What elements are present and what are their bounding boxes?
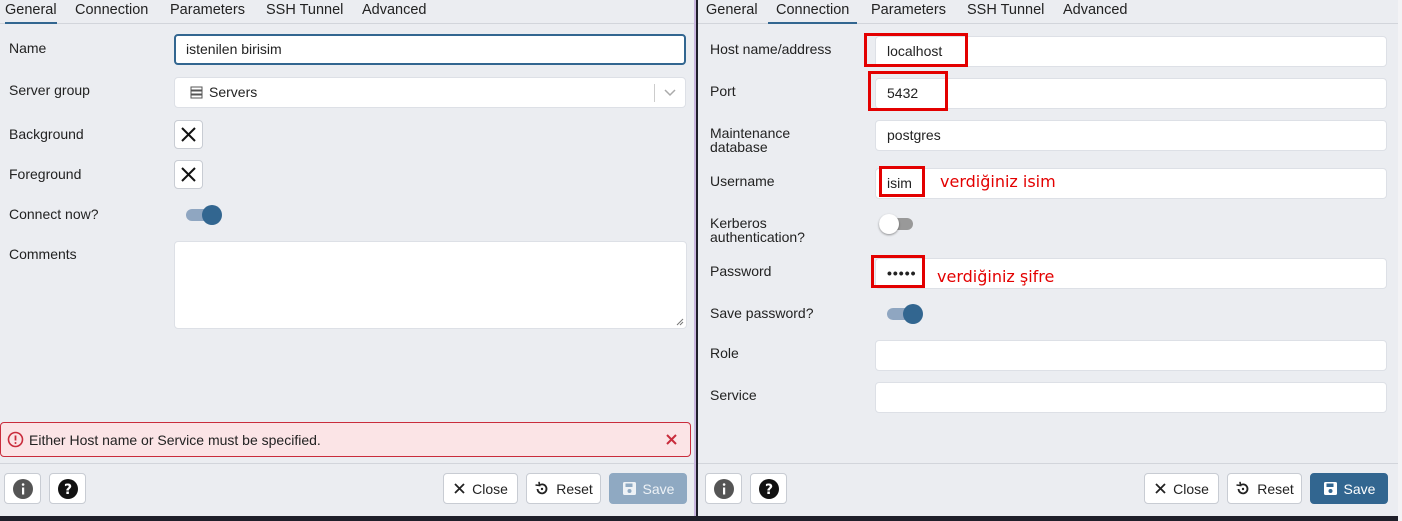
tab-advanced[interactable]: Advanced bbox=[362, 2, 427, 24]
help-button[interactable]: ? bbox=[750, 473, 787, 504]
select-divider bbox=[654, 84, 655, 102]
help-icon: ? bbox=[758, 478, 779, 499]
reset-icon bbox=[1236, 481, 1249, 494]
foreground-color-picker[interactable] bbox=[174, 160, 203, 189]
username-highlight-box bbox=[879, 166, 925, 197]
maintenance-db-input[interactable]: postgres bbox=[875, 120, 1387, 151]
error-icon bbox=[7, 431, 24, 448]
close-button-label: Close bbox=[472, 480, 508, 497]
name-input[interactable]: istenilen birisim bbox=[174, 34, 686, 65]
connect-now-toggle[interactable] bbox=[186, 204, 222, 226]
info-button[interactable] bbox=[4, 473, 41, 504]
close-icon bbox=[454, 483, 465, 494]
maintenance-db-label-line1: Maintenance bbox=[710, 125, 791, 141]
close-icon bbox=[1155, 483, 1166, 494]
kerberos-label-line2: authentication? bbox=[710, 229, 805, 245]
window-edge bbox=[1398, 0, 1402, 521]
reset-button-label: Reset bbox=[1257, 480, 1294, 497]
save-password-label: Save password? bbox=[710, 305, 814, 321]
tab-ssh-tunnel[interactable]: SSH Tunnel bbox=[967, 2, 1044, 24]
reset-button-label: Reset bbox=[556, 480, 593, 497]
chevron-down-icon[interactable] bbox=[664, 89, 676, 97]
server-group-value: Servers bbox=[209, 84, 258, 100]
save-button[interactable]: Save bbox=[1310, 473, 1388, 504]
port-input[interactable]: 5432 bbox=[875, 78, 1387, 109]
tab-connection[interactable]: Connection bbox=[768, 2, 858, 24]
username-annotation: verdiğiniz isim bbox=[940, 172, 1056, 191]
help-icon: ? bbox=[57, 478, 78, 499]
dialog-footer: ? Close Reset Save bbox=[698, 463, 1398, 516]
server-group-icon bbox=[190, 86, 203, 99]
info-icon bbox=[12, 478, 33, 499]
error-message: Either Host name or Service must be spec… bbox=[29, 432, 321, 448]
kerberos-toggle[interactable] bbox=[879, 213, 915, 235]
server-group-select[interactable]: Servers bbox=[174, 77, 686, 108]
save-password-toggle[interactable] bbox=[887, 303, 923, 325]
connect-now-label: Connect now? bbox=[9, 206, 99, 222]
tab-bar: General Connection Parameters SSH Tunnel… bbox=[698, 0, 1398, 24]
tab-ssh-tunnel[interactable]: SSH Tunnel bbox=[266, 2, 343, 24]
password-label: Password bbox=[710, 263, 772, 279]
svg-text:?: ? bbox=[764, 482, 772, 498]
save-button-label: Save bbox=[642, 480, 675, 497]
background-color-picker[interactable] bbox=[174, 120, 203, 149]
port-label: Port bbox=[710, 83, 736, 99]
service-label: Service bbox=[710, 387, 757, 403]
error-banner: Either Host name or Service must be spec… bbox=[0, 422, 691, 457]
maintenance-db-label-line2: database bbox=[710, 139, 768, 155]
clear-icon bbox=[181, 167, 196, 182]
host-highlight-box bbox=[864, 33, 968, 67]
close-button[interactable]: Close bbox=[1144, 473, 1219, 504]
host-label: Host name/address bbox=[710, 41, 832, 57]
reset-button[interactable]: Reset bbox=[1227, 473, 1302, 504]
role-label: Role bbox=[710, 345, 739, 361]
comments-textarea[interactable] bbox=[174, 241, 687, 329]
save-icon bbox=[1323, 482, 1337, 495]
background-label: Background bbox=[9, 126, 84, 142]
save-icon bbox=[622, 482, 636, 495]
svg-text:?: ? bbox=[63, 482, 71, 498]
tab-parameters[interactable]: Parameters bbox=[170, 2, 245, 24]
reset-button[interactable]: Reset bbox=[526, 473, 601, 504]
resize-handle-icon[interactable] bbox=[676, 318, 684, 326]
role-input[interactable] bbox=[875, 340, 1387, 371]
tab-general[interactable]: General bbox=[706, 2, 758, 24]
password-highlight-box bbox=[871, 255, 925, 288]
info-button[interactable] bbox=[705, 473, 742, 504]
reset-icon bbox=[535, 481, 548, 494]
clear-icon bbox=[181, 127, 196, 142]
dialog-footer: ? Close Reset Save bbox=[0, 463, 694, 516]
close-error-icon[interactable] bbox=[665, 433, 678, 446]
info-icon bbox=[713, 478, 734, 499]
comments-label: Comments bbox=[9, 246, 77, 262]
username-label: Username bbox=[710, 173, 775, 189]
password-annotation: verdiğiniz şifre bbox=[937, 267, 1055, 286]
close-button-label: Close bbox=[1173, 480, 1209, 497]
save-button[interactable]: Save bbox=[609, 473, 687, 504]
service-input[interactable] bbox=[875, 382, 1387, 413]
tab-general[interactable]: General bbox=[5, 2, 57, 24]
port-highlight-box bbox=[868, 71, 948, 111]
tab-connection[interactable]: Connection bbox=[75, 2, 148, 24]
connection-dialog: General Connection Parameters SSH Tunnel… bbox=[698, 0, 1398, 516]
server-group-label: Server group bbox=[9, 82, 90, 98]
tab-parameters[interactable]: Parameters bbox=[871, 2, 946, 24]
general-dialog: General Connection Parameters SSH Tunnel… bbox=[0, 0, 696, 516]
save-button-label: Save bbox=[1343, 480, 1376, 497]
tab-bar: General Connection Parameters SSH Tunnel… bbox=[0, 0, 694, 24]
tab-advanced[interactable]: Advanced bbox=[1063, 2, 1128, 24]
kerberos-label-line1: Kerberos bbox=[710, 215, 767, 231]
name-label: Name bbox=[9, 40, 47, 56]
close-button[interactable]: Close bbox=[443, 473, 518, 504]
foreground-label: Foreground bbox=[9, 166, 82, 182]
help-button[interactable]: ? bbox=[49, 473, 86, 504]
